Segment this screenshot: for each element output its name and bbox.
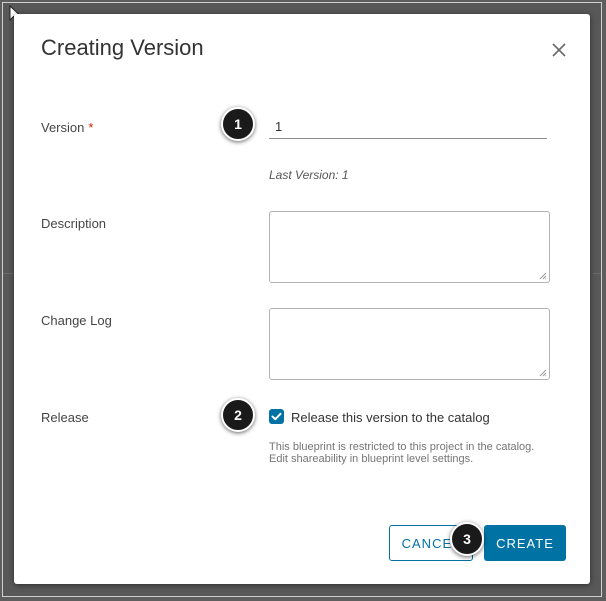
last-version-hint: Last Version: 1 [269, 168, 349, 182]
resize-grip-icon[interactable] [539, 369, 547, 377]
resize-grip-icon[interactable] [539, 272, 547, 280]
change-log-label: Change Log [41, 313, 112, 328]
step-badge-2: 2 [221, 398, 255, 432]
dialog-title: Creating Version [41, 35, 204, 60]
checkmark-icon [271, 412, 282, 421]
description-textarea[interactable] [269, 211, 550, 283]
change-log-textarea[interactable] [269, 308, 550, 380]
version-label-text: Version [41, 120, 85, 135]
shareability-note-line: Edit shareability in blueprint level set… [269, 453, 474, 465]
create-button[interactable]: CREATE [484, 525, 566, 561]
shareability-note: This blueprint is restricted to this pro… [269, 441, 569, 465]
close-icon[interactable] [549, 40, 569, 60]
release-checkbox[interactable] [269, 409, 284, 424]
backdrop-divider [593, 273, 601, 274]
create-version-dialog: Creating Version Version* Last Version: … [14, 14, 590, 584]
required-marker: * [88, 120, 94, 135]
description-label: Description [41, 216, 107, 231]
version-input[interactable] [269, 115, 547, 139]
step-badge-3: 3 [450, 522, 484, 556]
release-label: Release [41, 410, 89, 425]
release-checkbox-label[interactable]: Release this version to the catalog [291, 410, 490, 425]
step-badge-1: 1 [221, 107, 255, 141]
version-label: Version * [41, 120, 93, 135]
shareability-note-line: This blueprint is restricted to this pro… [269, 441, 535, 453]
